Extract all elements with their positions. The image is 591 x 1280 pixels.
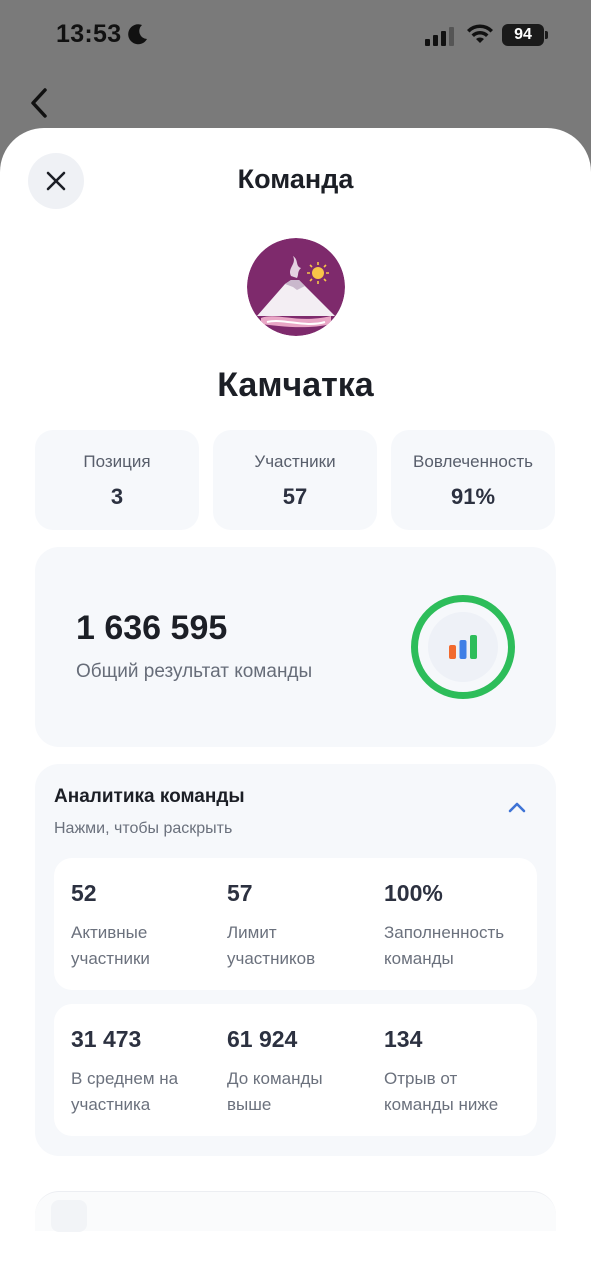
metric-value: 52 [71, 880, 97, 906]
metric-value: 100% [384, 880, 443, 906]
stat-card-members: Участники 57 [213, 430, 377, 530]
stat-value: 57 [282, 484, 308, 509]
metric-value: 57 [227, 880, 253, 906]
metric-value: 61 924 [227, 1026, 298, 1052]
next-section-card[interactable] [35, 1191, 556, 1232]
total-result-label: Общий результат команды [76, 661, 313, 682]
analytics-title: Аналитика команды [54, 786, 245, 807]
metric-label: Отрыв от команды ниже [384, 1069, 499, 1114]
metric-label: В среднем на участника [71, 1069, 179, 1114]
analytics-subtitle: Нажми, чтобы раскрыть [54, 820, 233, 837]
wifi-icon [467, 24, 493, 43]
stat-label: Участники [254, 452, 336, 471]
metric-label: Заполненность команды [384, 923, 505, 968]
stat-value: 3 [110, 484, 124, 509]
metrics-group-2: 31 473 В среднем на участника 61 924 До … [54, 1004, 537, 1136]
stat-card-position: Позиция 3 [35, 430, 199, 530]
chart-icon-holder [428, 612, 498, 682]
metric-value: 31 473 [71, 1026, 142, 1052]
battery-icon: 94 [502, 24, 548, 46]
metric-label: Активные участники [71, 923, 150, 968]
team-logo [247, 238, 345, 336]
metric-label: До команды выше [227, 1069, 323, 1114]
team-analytics-card[interactable]: Аналитика команды Нажми, чтобы раскрыть … [35, 764, 556, 1156]
chevron-up-icon[interactable] [507, 800, 527, 814]
progress-ring[interactable] [411, 595, 515, 699]
status-time: 13:53 [56, 20, 122, 48]
metric-label: Лимит участников [227, 923, 316, 968]
stat-card-engagement: Вовлеченность 91% [391, 430, 555, 530]
sheet-title: Команда [237, 164, 354, 194]
bar-chart-icon [449, 635, 477, 659]
chevron-left-icon[interactable] [28, 86, 50, 120]
cellular-signal-icon [425, 27, 454, 46]
total-result-value: 1 636 595 [76, 609, 228, 647]
total-result-card[interactable]: 1 636 595 Общий результат команды [35, 547, 556, 747]
status-bar: 13:53 94 [0, 0, 591, 72]
moon-icon [128, 24, 147, 45]
team-name: Камчатка [217, 366, 374, 404]
metrics-group-1: 52 Активные участники 57 Лимит участнико… [54, 858, 537, 990]
metric-value: 134 [384, 1026, 423, 1052]
stat-label: Вовлеченность [413, 452, 533, 471]
next-section-stub [51, 1200, 87, 1232]
stat-value: 91% [450, 484, 496, 509]
team-sheet: Команда Камчатка Позиция 3 Участники 57 … [0, 128, 591, 1280]
stat-label: Позиция [83, 452, 151, 471]
volcano-logo-icon [247, 238, 345, 336]
